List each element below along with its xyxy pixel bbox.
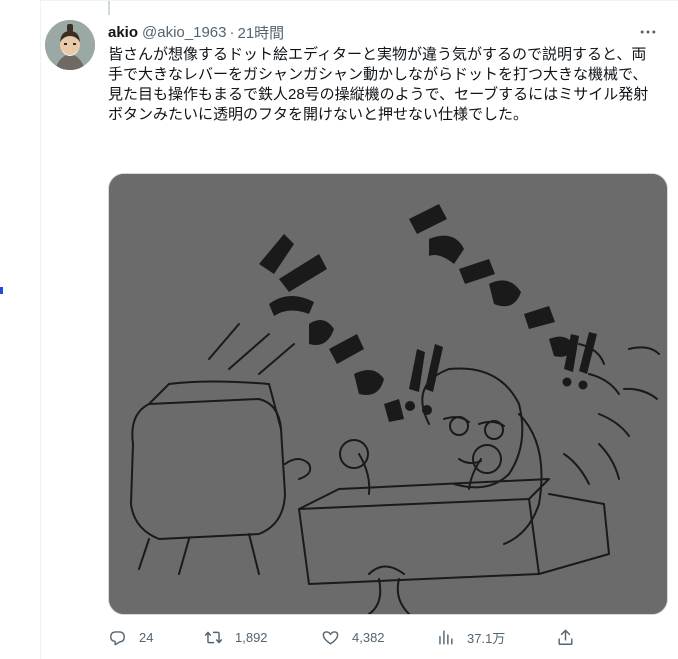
like-button[interactable]: 4,382 [321, 625, 385, 649]
retweet-icon [204, 631, 223, 643]
tweet-actions-bar: 24 1,892 4,382 37.1万 [108, 625, 588, 649]
reply-icon [110, 630, 125, 645]
thread-connector-line [108, 1, 110, 15]
views-count: 37.1万 [467, 630, 506, 646]
more-icon [640, 30, 656, 34]
timeline-page: akio @akio_1963 · 21時間 皆さんが想像するドット絵エディター… [0, 0, 678, 659]
reply-count: 24 [139, 629, 154, 645]
like-count: 4,382 [352, 629, 385, 645]
share-icon [558, 629, 573, 645]
views-icon [439, 629, 453, 645]
reply-button[interactable]: 24 [108, 625, 153, 649]
retweet-button[interactable]: 1,892 [204, 625, 268, 649]
views-button[interactable]: 37.1万 [436, 625, 505, 649]
share-button[interactable] [556, 625, 587, 649]
retweet-count: 1,892 [235, 629, 268, 645]
author-name[interactable]: akio [108, 24, 138, 41]
scroll-marker [0, 287, 3, 294]
author-handle[interactable]: @akio_1963 [142, 24, 226, 41]
tweet-image[interactable] [108, 173, 668, 615]
tweet-timestamp[interactable]: 21時間 [237, 22, 284, 43]
more-button[interactable] [636, 20, 660, 44]
heart-icon [322, 630, 339, 645]
manga-illustration [109, 174, 667, 614]
avatar-portrait-icon [45, 20, 95, 70]
avatar[interactable] [45, 20, 95, 70]
tweet-header: akio @akio_1963 · 21時間 [108, 22, 284, 42]
header-separator: · [229, 23, 235, 41]
tweet-text: 皆さんが想像するドット絵エディターと実物が違う気がするので説明すると、両手で大き… [108, 46, 649, 123]
